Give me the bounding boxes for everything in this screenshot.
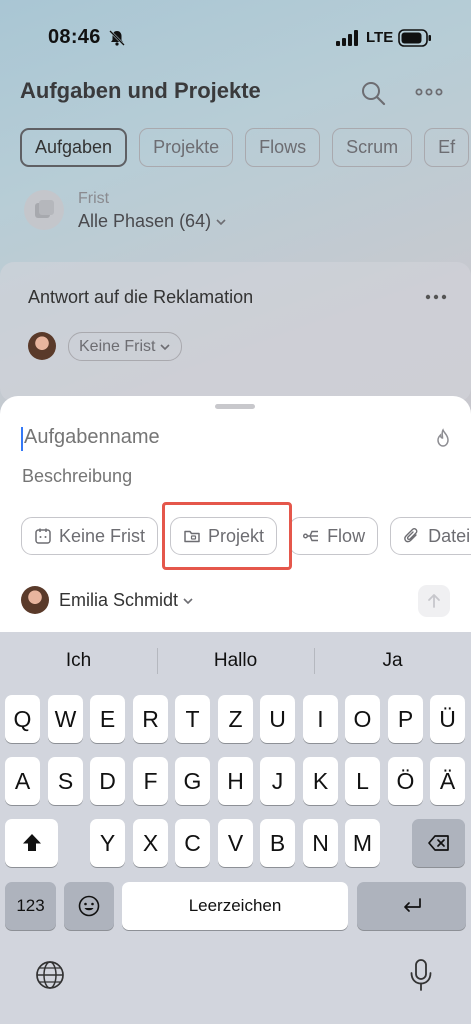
key-j[interactable]: J [260,757,295,805]
suggestion-2[interactable]: Hallo [157,644,314,678]
key-h[interactable]: H [218,757,253,805]
file-chip[interactable]: Datei [390,517,471,555]
avatar [28,332,56,360]
chevron-down-icon [160,343,171,350]
key-k[interactable]: K [303,757,338,805]
battery-icon [398,29,431,47]
chevron-down-icon [183,598,193,605]
key-g[interactable]: G [175,757,210,805]
key-x[interactable]: X [133,819,168,867]
key-z[interactable]: Z [218,695,253,743]
highlight-box [162,502,292,570]
description-input[interactable] [22,466,402,487]
key-u[interactable]: U [260,695,295,743]
return-key[interactable] [357,882,466,930]
more-icon[interactable] [414,82,444,102]
new-task-sheet: Keine Frist Projekt Flow Datei Emilia Sc… [0,396,471,636]
key-m[interactable]: M [345,819,380,867]
phase-filter-dropdown[interactable]: Alle Phasen (64) [78,211,227,232]
key-w[interactable]: W [48,695,83,743]
filter-value: Alle Phasen (64) [78,211,212,231]
tab-more[interactable]: Ef [424,128,470,167]
key-e[interactable]: E [90,695,125,743]
tab-flows[interactable]: Flows [245,128,321,167]
task-more-icon[interactable] [424,290,448,304]
key-d[interactable]: D [90,757,125,805]
flame-icon[interactable] [434,428,452,448]
numbers-key[interactable]: 123 [5,882,56,930]
sheet-grabber[interactable] [215,404,255,409]
backspace-icon [427,835,449,851]
task-card[interactable] [0,262,471,402]
status-time: 08:46 [48,26,101,48]
emoji-icon [78,895,100,917]
keyboard: Ich Hallo Ja Q W E R T Z U I O P Ü A S D… [0,632,471,1024]
search-icon[interactable] [360,80,386,106]
shift-icon [22,834,41,851]
key-f[interactable]: F [133,757,168,805]
page-title: Aufgaben und Projekte [20,78,261,103]
suggestion-1[interactable]: Ich [0,644,157,678]
space-key[interactable]: Leerzeichen [122,882,348,930]
task-name-input[interactable] [24,426,404,449]
tab-projekte[interactable]: Projekte [139,128,234,167]
key-b[interactable]: B [260,819,295,867]
task-deadline-label: Keine Frist [79,337,156,355]
return-icon [403,898,421,912]
key-l[interactable]: L [345,757,380,805]
key-ue[interactable]: Ü [430,695,465,743]
microphone-icon[interactable] [408,958,434,992]
globe-icon[interactable] [34,959,66,991]
calendar-icon [35,528,51,544]
assignee-name: Emilia Schmidt [59,590,179,610]
send-button[interactable] [418,585,450,617]
chevron-down-icon [216,219,226,226]
key-y[interactable]: Y [90,819,125,867]
suggestion-3[interactable]: Ja [314,644,471,678]
key-o[interactable]: O [345,695,380,743]
key-c[interactable]: C [175,819,210,867]
flow-chip[interactable]: Flow [289,517,379,555]
network-type: LTE [366,29,394,46]
key-s[interactable]: S [48,757,83,805]
key-oe[interactable]: Ö [388,757,423,805]
key-q[interactable]: Q [5,695,40,743]
flow-icon [303,530,319,542]
key-n[interactable]: N [303,819,338,867]
key-p[interactable]: P [388,695,423,743]
key-i[interactable]: I [303,695,338,743]
flow-chip-label: Flow [327,525,366,546]
task-title: Antwort auf die Reklamation [28,287,254,307]
file-chip-label: Datei [428,525,471,546]
filter-caption: Frist [78,190,110,207]
key-t[interactable]: T [175,695,210,743]
deadline-chip[interactable]: Keine Frist [21,517,159,555]
phase-filter-icon[interactable] [24,190,64,230]
tab-aufgaben[interactable]: Aufgaben [20,128,128,167]
status-bar: 08:46 LTE [0,0,471,70]
signal-icon [336,30,358,46]
backspace-key[interactable] [412,819,465,867]
key-ae[interactable]: Ä [430,757,465,805]
deadline-chip-label: Keine Frist [59,525,146,546]
tab-scrum[interactable]: Scrum [332,128,413,167]
text-cursor [21,427,23,451]
paperclip-icon [404,528,418,543]
arrow-up-icon [428,594,440,608]
shift-key[interactable] [5,819,58,867]
assignee-avatar [21,586,49,614]
task-deadline-chip[interactable]: Keine Frist [68,332,183,361]
key-v[interactable]: V [218,819,253,867]
bell-muted-icon [109,30,125,46]
key-r[interactable]: R [133,695,168,743]
tab-bar: Aufgaben Projekte Flows Scrum Ef [20,128,470,167]
assignee-dropdown[interactable]: Emilia Schmidt [59,590,194,611]
key-a[interactable]: A [5,757,40,805]
emoji-key[interactable] [64,882,114,930]
